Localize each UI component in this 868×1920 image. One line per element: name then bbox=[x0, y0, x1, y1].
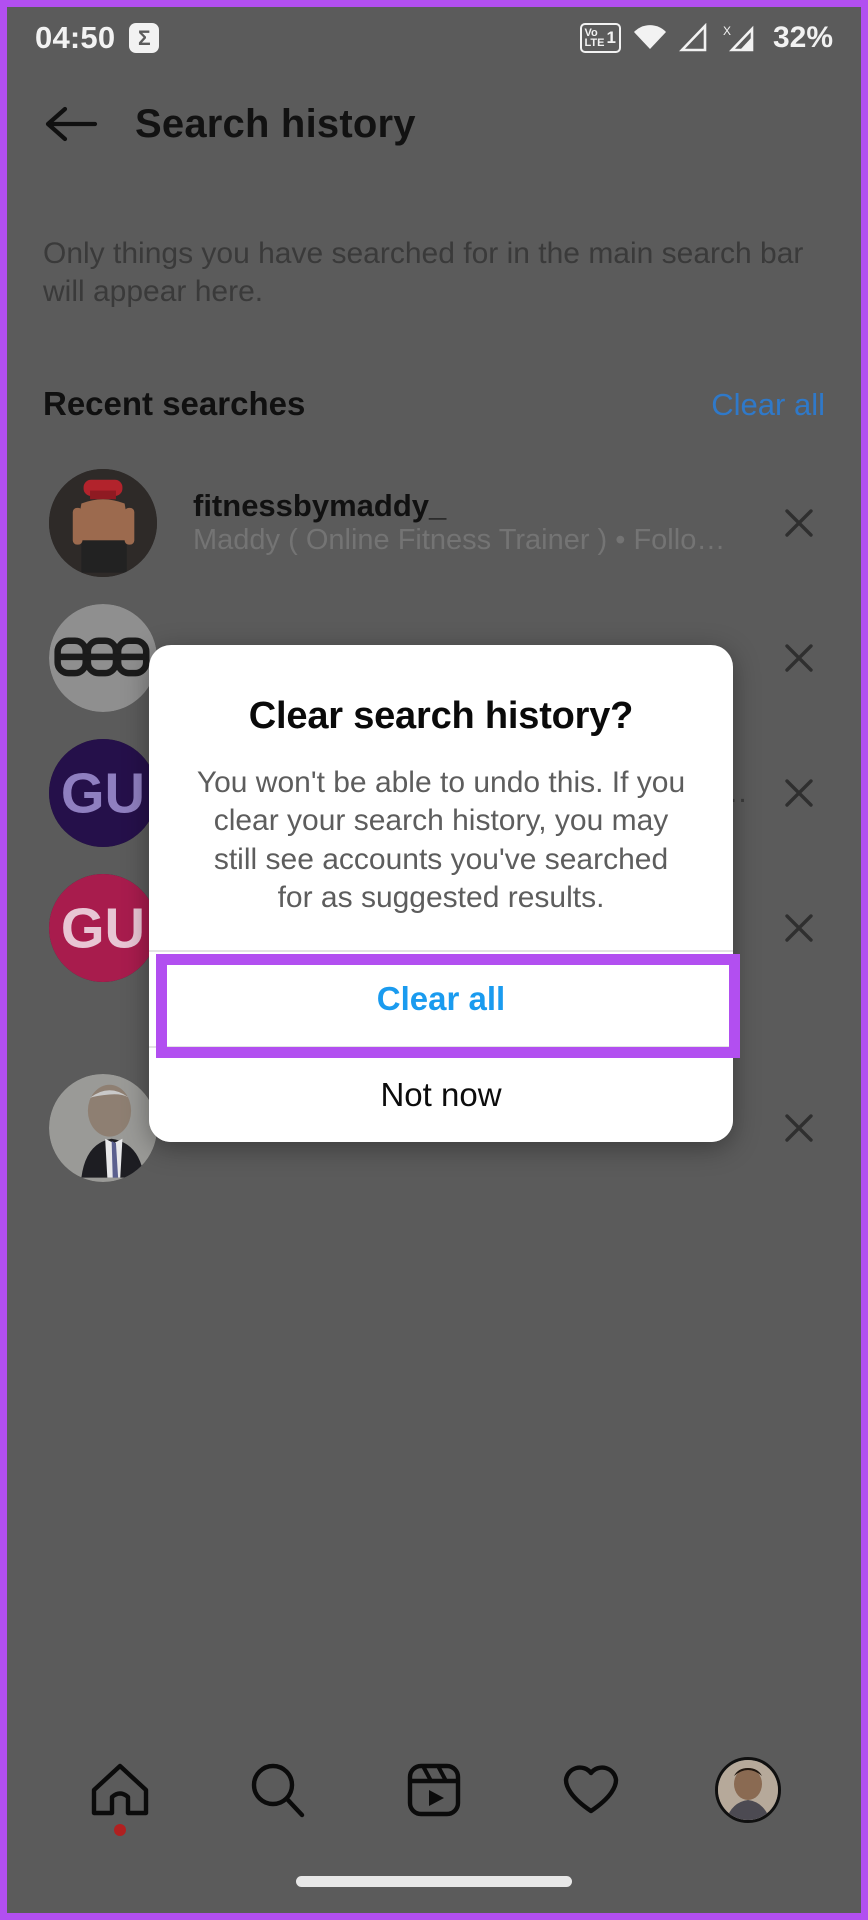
nav-profile[interactable] bbox=[710, 1752, 786, 1828]
status-bar-right: Vo LTE 1 X 32% bbox=[579, 21, 833, 55]
clear-search-history-dialog: Clear search history? You won't be able … bbox=[149, 645, 733, 1142]
gesture-navigation-bar[interactable] bbox=[296, 1876, 572, 1887]
phone-screenshot: 04:50 Σ Vo LTE 1 X 32% Search history On… bbox=[0, 0, 868, 1920]
reels-icon bbox=[403, 1759, 465, 1821]
avatar[interactable]: GU bbox=[49, 873, 157, 982]
volte-icon: Vo LTE 1 bbox=[579, 23, 621, 53]
row-text: fitnessbymaddy_ Maddy ( Online Fitness T… bbox=[193, 488, 771, 557]
dialog-not-now-button[interactable]: Not now bbox=[149, 1047, 733, 1142]
svg-text:X: X bbox=[723, 24, 731, 38]
clear-all-link[interactable]: Clear all bbox=[711, 387, 825, 423]
avatar[interactable] bbox=[49, 468, 157, 577]
close-icon[interactable] bbox=[771, 765, 827, 821]
search-history-description: Only things you have searched for in the… bbox=[43, 237, 804, 309]
avatar[interactable]: GU bbox=[49, 738, 157, 847]
profile-avatar bbox=[715, 1757, 782, 1823]
close-icon[interactable] bbox=[771, 1100, 827, 1156]
dialog-body: Clear search history? You won't be able … bbox=[149, 645, 733, 950]
status-bar-left: 04:50 Σ bbox=[35, 20, 160, 56]
row-username: fitnessbymaddy_ bbox=[193, 488, 447, 523]
nav-home[interactable] bbox=[82, 1752, 158, 1836]
table-row[interactable]: fitnessbymaddy_ Maddy ( Online Fitness T… bbox=[7, 455, 861, 590]
recent-searches-header: Recent searches Clear all bbox=[43, 385, 825, 423]
dialog-title: Clear search history? bbox=[248, 695, 634, 737]
home-icon bbox=[89, 1759, 151, 1821]
recent-searches-title: Recent searches bbox=[43, 385, 306, 422]
row-subtitle: Maddy ( Online Fitness Trainer ) • Follo… bbox=[193, 524, 726, 556]
status-time: 04:50 bbox=[35, 20, 116, 55]
home-notification-badge bbox=[113, 1824, 126, 1836]
avatar[interactable] bbox=[49, 603, 157, 712]
signal-icon bbox=[678, 23, 709, 53]
heart-icon bbox=[560, 1759, 622, 1821]
back-arrow-icon[interactable] bbox=[43, 93, 105, 155]
close-icon[interactable] bbox=[771, 900, 827, 956]
svg-text:GU: GU bbox=[61, 761, 145, 824]
nav-activity[interactable] bbox=[553, 1752, 629, 1828]
wifi-icon bbox=[633, 24, 667, 52]
volte-line2: LTE bbox=[584, 37, 605, 49]
close-icon[interactable] bbox=[771, 495, 827, 551]
volte-sim-number: 1 bbox=[606, 28, 616, 47]
bottom-navigation-bar bbox=[7, 1735, 861, 1845]
search-icon bbox=[246, 1759, 308, 1821]
nav-search[interactable] bbox=[239, 1752, 315, 1828]
close-icon[interactable] bbox=[771, 630, 827, 686]
avatar[interactable] bbox=[49, 1073, 157, 1182]
svg-text:GU: GU bbox=[61, 896, 145, 959]
sigma-icon: Σ bbox=[129, 23, 160, 53]
battery-percentage: 32% bbox=[772, 21, 833, 54]
signal-no-service-icon: X bbox=[721, 23, 757, 53]
page-title: Search history bbox=[135, 101, 416, 146]
app-bar: Search history bbox=[7, 69, 861, 179]
dialog-clear-all-button[interactable]: Clear all bbox=[149, 951, 733, 1046]
dialog-message: You won't be able to undo this. If you c… bbox=[196, 766, 686, 915]
status-bar: 04:50 Σ Vo LTE 1 X 32% bbox=[7, 7, 861, 69]
nav-reels[interactable] bbox=[396, 1752, 472, 1828]
